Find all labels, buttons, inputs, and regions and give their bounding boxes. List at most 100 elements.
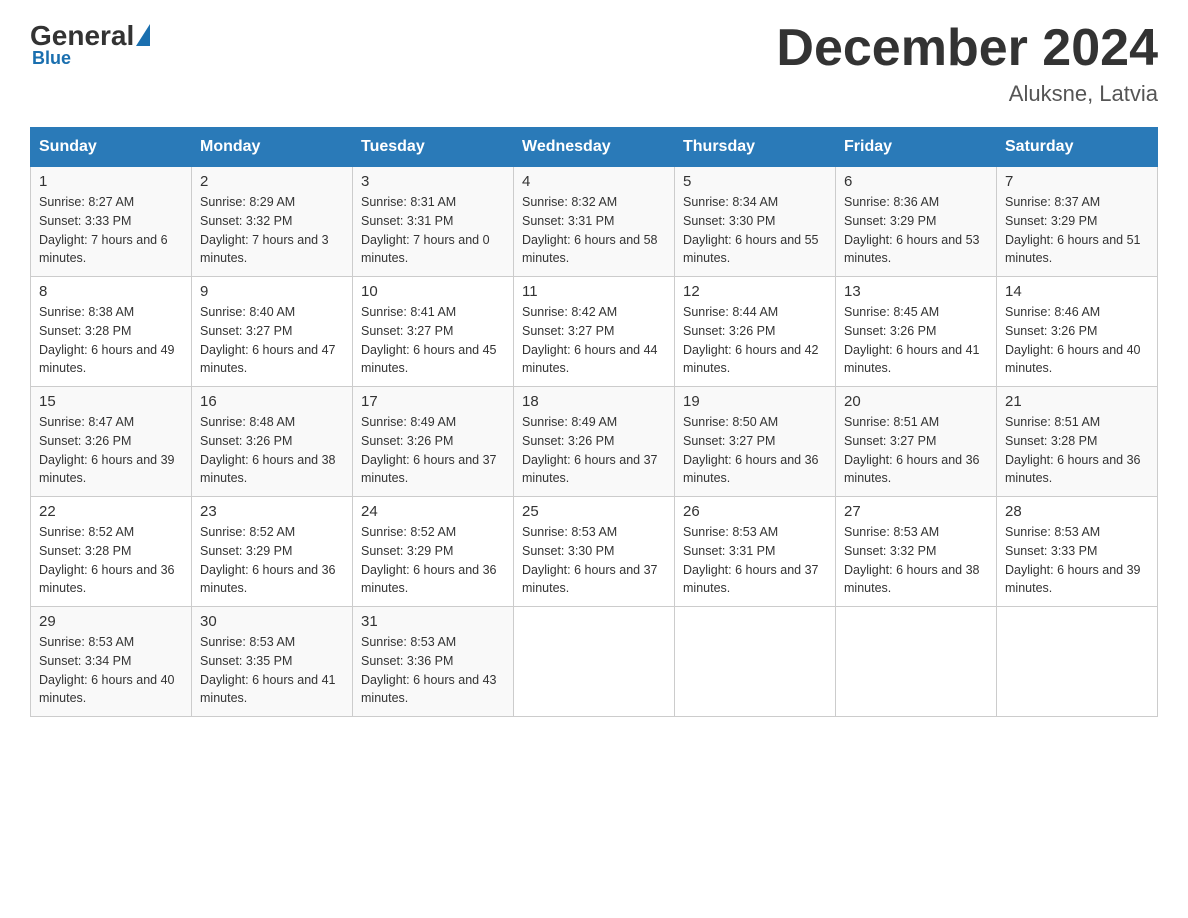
day-number: 28 <box>1005 503 1149 520</box>
calendar-cell: 20 Sunrise: 8:51 AMSunset: 3:27 PMDayligh… <box>836 387 997 497</box>
calendar-table: SundayMondayTuesdayWednesdayThursdayFrid… <box>30 127 1158 717</box>
day-number: 8 <box>39 283 183 300</box>
day-info: Sunrise: 8:50 AMSunset: 3:27 PMDaylight:… <box>683 415 819 485</box>
day-info: Sunrise: 8:53 AMSunset: 3:31 PMDaylight:… <box>683 525 819 595</box>
day-info: Sunrise: 8:53 AMSunset: 3:35 PMDaylight:… <box>200 635 336 705</box>
day-info: Sunrise: 8:47 AMSunset: 3:26 PMDaylight:… <box>39 415 175 485</box>
calendar-cell: 12 Sunrise: 8:44 AMSunset: 3:26 PMDayligh… <box>675 277 836 387</box>
col-header-thursday: Thursday <box>675 128 836 167</box>
calendar-cell: 13 Sunrise: 8:45 AMSunset: 3:26 PMDayligh… <box>836 277 997 387</box>
day-number: 23 <box>200 503 344 520</box>
calendar-cell: 24Sunrise: 8:52 AMSunset: 3:29 PMDayligh… <box>353 497 514 607</box>
day-number: 11 <box>522 283 666 300</box>
day-info: Sunrise: 8:52 AMSunset: 3:29 PMDaylight:… <box>361 525 497 595</box>
calendar-cell: 8Sunrise: 8:38 AMSunset: 3:28 PMDaylight… <box>31 277 192 387</box>
day-number: 21 <box>1005 393 1149 410</box>
day-number: 4 <box>522 173 666 190</box>
day-info: Sunrise: 8:53 AMSunset: 3:30 PMDaylight:… <box>522 525 658 595</box>
calendar-cell: 27 Sunrise: 8:53 AMSunset: 3:32 PMDayligh… <box>836 497 997 607</box>
day-info: Sunrise: 8:53 AMSunset: 3:36 PMDaylight:… <box>361 635 497 705</box>
col-header-monday: Monday <box>192 128 353 167</box>
week-row-3: 15 Sunrise: 8:47 AMSunset: 3:26 PMDayligh… <box>31 387 1158 497</box>
col-header-saturday: Saturday <box>997 128 1158 167</box>
day-info: Sunrise: 8:44 AMSunset: 3:26 PMDaylight:… <box>683 305 819 375</box>
day-info: Sunrise: 8:49 AMSunset: 3:26 PMDaylight:… <box>361 415 497 485</box>
day-info: Sunrise: 8:29 AMSunset: 3:32 PMDaylight:… <box>200 195 329 265</box>
day-number: 10 <box>361 283 505 300</box>
day-number: 29 <box>39 613 183 630</box>
day-number: 3 <box>361 173 505 190</box>
calendar-cell: 23 Sunrise: 8:52 AMSunset: 3:29 PMDayligh… <box>192 497 353 607</box>
page-header: General Blue December 2024 Aluksne, Latv… <box>30 20 1158 107</box>
calendar-cell: 3 Sunrise: 8:31 AMSunset: 3:31 PMDaylight… <box>353 167 514 277</box>
location-subtitle: Aluksne, Latvia <box>776 81 1158 107</box>
calendar-header-row: SundayMondayTuesdayWednesdayThursdayFrid… <box>31 128 1158 167</box>
day-number: 13 <box>844 283 988 300</box>
day-number: 14 <box>1005 283 1149 300</box>
calendar-cell: 11Sunrise: 8:42 AMSunset: 3:27 PMDayligh… <box>514 277 675 387</box>
logo: General Blue <box>30 20 150 69</box>
day-info: Sunrise: 8:53 AMSunset: 3:34 PMDaylight:… <box>39 635 175 705</box>
calendar-cell: 10 Sunrise: 8:41 AMSunset: 3:27 PMDayligh… <box>353 277 514 387</box>
day-number: 9 <box>200 283 344 300</box>
calendar-cell: 30 Sunrise: 8:53 AMSunset: 3:35 PMDayligh… <box>192 607 353 717</box>
day-number: 16 <box>200 393 344 410</box>
calendar-cell: 16 Sunrise: 8:48 AMSunset: 3:26 PMDayligh… <box>192 387 353 497</box>
calendar-cell: 2 Sunrise: 8:29 AMSunset: 3:32 PMDaylight… <box>192 167 353 277</box>
day-number: 1 <box>39 173 183 190</box>
calendar-cell: 29 Sunrise: 8:53 AMSunset: 3:34 PMDayligh… <box>31 607 192 717</box>
day-number: 31 <box>361 613 505 630</box>
calendar-cell: 25 Sunrise: 8:53 AMSunset: 3:30 PMDayligh… <box>514 497 675 607</box>
day-number: 19 <box>683 393 827 410</box>
day-info: Sunrise: 8:37 AMSunset: 3:29 PMDaylight:… <box>1005 195 1141 265</box>
calendar-cell <box>836 607 997 717</box>
day-info: Sunrise: 8:31 AMSunset: 3:31 PMDaylight:… <box>361 195 490 265</box>
calendar-cell <box>997 607 1158 717</box>
day-number: 20 <box>844 393 988 410</box>
week-row-2: 8Sunrise: 8:38 AMSunset: 3:28 PMDaylight… <box>31 277 1158 387</box>
calendar-cell: 17 Sunrise: 8:49 AMSunset: 3:26 PMDayligh… <box>353 387 514 497</box>
day-number: 5 <box>683 173 827 190</box>
day-number: 17 <box>361 393 505 410</box>
day-info: Sunrise: 8:51 AMSunset: 3:27 PMDaylight:… <box>844 415 980 485</box>
calendar-cell: 31 Sunrise: 8:53 AMSunset: 3:36 PMDayligh… <box>353 607 514 717</box>
day-number: 18 <box>522 393 666 410</box>
title-block: December 2024 Aluksne, Latvia <box>776 20 1158 107</box>
day-number: 15 <box>39 393 183 410</box>
day-number: 30 <box>200 613 344 630</box>
calendar-cell: 7 Sunrise: 8:37 AMSunset: 3:29 PMDaylight… <box>997 167 1158 277</box>
day-number: 12 <box>683 283 827 300</box>
calendar-cell: 5Sunrise: 8:34 AMSunset: 3:30 PMDaylight… <box>675 167 836 277</box>
logo-triangle-icon <box>136 24 150 46</box>
day-info: Sunrise: 8:41 AMSunset: 3:27 PMDaylight:… <box>361 305 497 375</box>
day-number: 26 <box>683 503 827 520</box>
day-info: Sunrise: 8:32 AMSunset: 3:31 PMDaylight:… <box>522 195 658 265</box>
day-info: Sunrise: 8:27 AMSunset: 3:33 PMDaylight:… <box>39 195 168 265</box>
day-info: Sunrise: 8:40 AMSunset: 3:27 PMDaylight:… <box>200 305 336 375</box>
day-info: Sunrise: 8:53 AMSunset: 3:32 PMDaylight:… <box>844 525 980 595</box>
calendar-cell: 15 Sunrise: 8:47 AMSunset: 3:26 PMDayligh… <box>31 387 192 497</box>
logo-blue-text: Blue <box>32 48 71 69</box>
col-header-friday: Friday <box>836 128 997 167</box>
day-number: 27 <box>844 503 988 520</box>
calendar-cell: 6Sunrise: 8:36 AMSunset: 3:29 PMDaylight… <box>836 167 997 277</box>
calendar-cell: 19 Sunrise: 8:50 AMSunset: 3:27 PMDayligh… <box>675 387 836 497</box>
week-row-4: 22Sunrise: 8:52 AMSunset: 3:28 PMDayligh… <box>31 497 1158 607</box>
col-header-sunday: Sunday <box>31 128 192 167</box>
calendar-cell: 28 Sunrise: 8:53 AMSunset: 3:33 PMDayligh… <box>997 497 1158 607</box>
calendar-cell: 4 Sunrise: 8:32 AMSunset: 3:31 PMDaylight… <box>514 167 675 277</box>
day-info: Sunrise: 8:52 AMSunset: 3:29 PMDaylight:… <box>200 525 336 595</box>
col-header-tuesday: Tuesday <box>353 128 514 167</box>
day-info: Sunrise: 8:53 AMSunset: 3:33 PMDaylight:… <box>1005 525 1141 595</box>
day-number: 22 <box>39 503 183 520</box>
day-number: 7 <box>1005 173 1149 190</box>
day-info: Sunrise: 8:49 AMSunset: 3:26 PMDaylight:… <box>522 415 658 485</box>
day-info: Sunrise: 8:45 AMSunset: 3:26 PMDaylight:… <box>844 305 980 375</box>
col-header-wednesday: Wednesday <box>514 128 675 167</box>
calendar-cell: 21Sunrise: 8:51 AMSunset: 3:28 PMDayligh… <box>997 387 1158 497</box>
calendar-cell: 18 Sunrise: 8:49 AMSunset: 3:26 PMDayligh… <box>514 387 675 497</box>
day-info: Sunrise: 8:48 AMSunset: 3:26 PMDaylight:… <box>200 415 336 485</box>
day-number: 2 <box>200 173 344 190</box>
month-year-title: December 2024 <box>776 20 1158 77</box>
day-number: 25 <box>522 503 666 520</box>
